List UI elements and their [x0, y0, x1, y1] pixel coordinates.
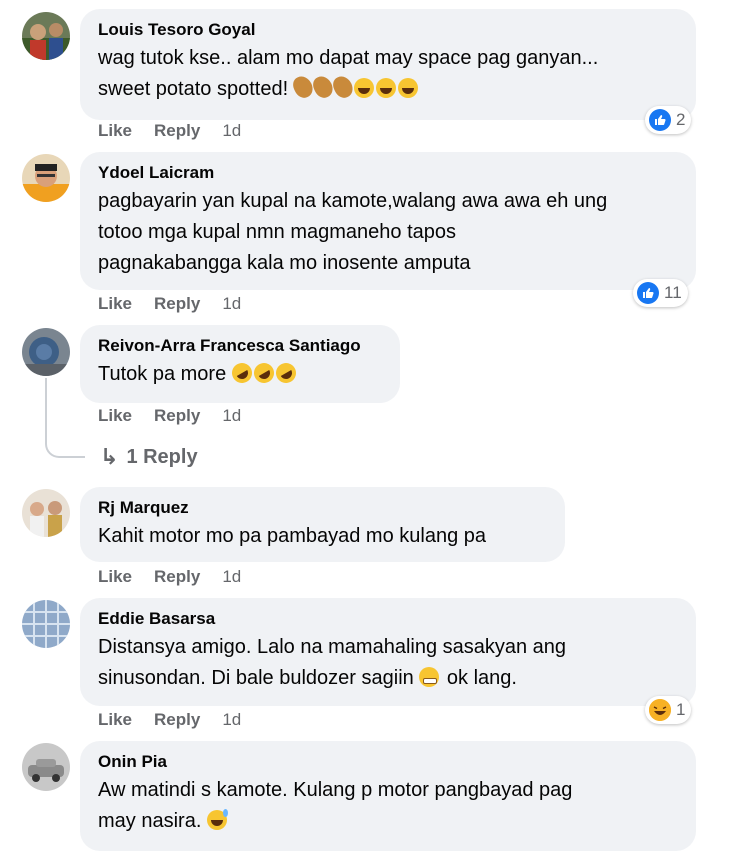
comment-text: Tutok pa more: [98, 359, 382, 390]
reply-button[interactable]: Reply: [154, 406, 200, 426]
comment-text: wag tutok kse.. alam mo dapat may space …: [98, 47, 599, 101]
comment-author[interactable]: Reivon-Arra Francesca Santiago: [98, 335, 382, 357]
potato-emoji: [329, 73, 356, 101]
comment-bubble: Onin Pia Aw matindi s kamote. Kulang p m…: [80, 741, 696, 851]
like-button[interactable]: Like: [98, 121, 132, 141]
comment-text: Kahit motor mo pa pambayad mo kulang pa: [98, 525, 486, 547]
comment-actions: Like Reply 1d: [98, 294, 263, 314]
reply-button[interactable]: Reply: [154, 294, 200, 314]
laughing-emoji: [353, 78, 374, 98]
rofl-emoji: [228, 359, 256, 387]
avatar[interactable]: [22, 12, 70, 60]
rofl-emoji: [272, 359, 300, 387]
comment-actions: Like Reply 1d: [98, 567, 263, 587]
timestamp[interactable]: 1d: [222, 567, 241, 587]
avatar[interactable]: [22, 600, 70, 648]
reaction-count: 1: [676, 700, 686, 719]
thumbs-up-icon: [649, 109, 671, 131]
comment-author[interactable]: Rj Marquez: [98, 497, 547, 519]
reaction-summary[interactable]: 2: [645, 106, 692, 134]
grinning-emoji: [419, 667, 440, 687]
reply-arrow-icon: ↳: [100, 444, 119, 469]
like-button[interactable]: Like: [98, 406, 132, 426]
comment-bubble: Ydoel Laicram pagbayarin yan kupal na ka…: [80, 152, 696, 290]
comment-text: Aw matindi s kamote. Kulang p motor pang…: [98, 779, 573, 832]
potato-emoji: [309, 73, 336, 101]
reaction-summary[interactable]: 1: [645, 696, 692, 724]
timestamp[interactable]: 1d: [222, 710, 241, 730]
reply-button[interactable]: Reply: [154, 710, 200, 730]
haha-reaction-icon: [649, 699, 671, 721]
comment-bubble: Reivon-Arra Francesca Santiago Tutok pa …: [80, 325, 400, 403]
comment-author[interactable]: Louis Tesoro Goyal: [98, 19, 678, 41]
comment-author[interactable]: Eddie Basarsa: [98, 608, 678, 630]
timestamp[interactable]: 1d: [222, 294, 241, 314]
avatar[interactable]: [22, 154, 70, 202]
reply-button[interactable]: Reply: [154, 567, 200, 587]
comment-actions: Like Reply 1d: [98, 710, 263, 730]
view-replies-link[interactable]: ↳ 1 Reply: [100, 444, 198, 470]
reply-button[interactable]: Reply: [154, 121, 200, 141]
reaction-count: 11: [664, 283, 682, 302]
comment-bubble: Louis Tesoro Goyal wag tutok kse.. alam …: [80, 9, 696, 120]
potato-emoji: [289, 73, 316, 101]
thread-connector: [45, 438, 85, 458]
avatar[interactable]: [22, 743, 70, 791]
comment-author[interactable]: Ydoel Laicram: [98, 162, 678, 184]
laughing-emoji: [375, 78, 396, 98]
like-button[interactable]: Like: [98, 710, 132, 730]
like-button[interactable]: Like: [98, 567, 132, 587]
thread-line: [45, 378, 47, 438]
replies-count-label: 1 Reply: [126, 445, 198, 468]
laughing-emoji: [397, 78, 418, 98]
rofl-emoji: [250, 359, 278, 387]
avatar[interactable]: [22, 328, 70, 376]
comment-author[interactable]: Onin Pia: [98, 751, 678, 773]
comment-bubble: Rj Marquez Kahit motor mo pa pambayad mo…: [80, 487, 565, 562]
sweat-smile-emoji: [206, 809, 228, 830]
comment-bubble: Eddie Basarsa Distansya amigo. Lalo na m…: [80, 598, 696, 706]
comment-text: Distansya amigo. Lalo na mamahaling sasa…: [98, 636, 567, 689]
comment-actions: Like Reply 1d: [98, 121, 263, 141]
timestamp[interactable]: 1d: [222, 121, 241, 141]
reaction-summary[interactable]: 11: [633, 279, 688, 307]
comment-text: pagbayarin yan kupal na kamote,walang aw…: [98, 190, 608, 274]
reaction-count: 2: [676, 110, 686, 129]
thumbs-up-icon: [637, 282, 659, 304]
like-button[interactable]: Like: [98, 294, 132, 314]
avatar[interactable]: [22, 489, 70, 537]
timestamp[interactable]: 1d: [222, 406, 241, 426]
comment-actions: Like Reply 1d: [98, 406, 263, 426]
